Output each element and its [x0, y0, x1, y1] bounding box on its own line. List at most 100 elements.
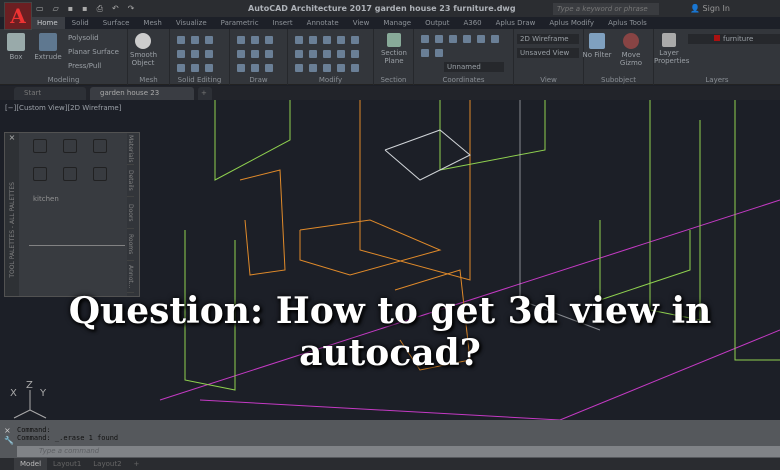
move-gizmo-button[interactable]: Move Gizmo [616, 33, 646, 67]
new-tab-button[interactable]: + [198, 87, 212, 100]
box-button[interactable]: Box [6, 33, 26, 61]
ucs-z-label: Z [26, 380, 33, 391]
save-as-icon[interactable]: ▪ [82, 4, 87, 14]
layer-dropdown[interactable]: furniture [688, 34, 780, 44]
ribbon-tab-surface[interactable]: Surface [96, 17, 137, 29]
ribbon-tab-annotate[interactable]: Annotate [300, 17, 346, 29]
palette-tool[interactable] [33, 139, 47, 153]
mesh-panel-label[interactable]: Mesh [128, 76, 169, 84]
palette-side-tab[interactable]: Details [127, 165, 134, 197]
ribbon-tab-visualize[interactable]: Visualize [169, 17, 214, 29]
layer-properties-label: Layer Properties [654, 49, 690, 65]
modify-panel-label[interactable]: Modify [288, 76, 373, 84]
draw-tools[interactable] [234, 35, 284, 77]
drawing-viewport[interactable]: X Z Y [−][Custom View][2D Wireframe] × T… [0, 100, 780, 420]
ribbon-tab-insert[interactable]: Insert [266, 17, 300, 29]
new-icon[interactable]: ▭ [36, 4, 44, 14]
smooth-object-label: Smooth Object [130, 51, 158, 67]
ribbon-tab-mesh[interactable]: Mesh [136, 17, 168, 29]
doc-tab-drawing[interactable]: garden house 23 furniture* [90, 87, 194, 110]
polysolid-button[interactable]: Polysolid [68, 34, 99, 42]
ribbon-tab-aplus-draw[interactable]: Aplus Draw [489, 17, 543, 29]
wrench-icon[interactable]: 🔧 [4, 436, 14, 445]
solid-editing-panel: Solid Editing [170, 29, 230, 85]
view-panel-label[interactable]: View [514, 76, 583, 84]
close-icon[interactable]: × [4, 426, 11, 435]
table-wire [299, 219, 442, 276]
modeling-panel-label[interactable]: Modeling [0, 76, 127, 84]
add-layout-button[interactable]: + [128, 458, 146, 470]
coordinates-panel-label[interactable]: Coordinates [414, 76, 513, 84]
subobject-panel-label[interactable]: Subobject [584, 76, 653, 84]
palette-tool[interactable] [63, 167, 77, 181]
draw-panel-label[interactable]: Draw [230, 76, 287, 84]
command-input[interactable]: Type a command [17, 446, 780, 457]
section-panel: Section Plane Section [374, 29, 414, 85]
palette-side-tab[interactable]: Doors [127, 197, 134, 229]
layout-tab-layout2[interactable]: Layout2 [87, 458, 127, 470]
ribbon-tab-a360[interactable]: A360 [456, 17, 488, 29]
smooth-object-button[interactable]: Smooth Object [130, 33, 158, 67]
sign-in-button[interactable]: 👤 Sign In [690, 4, 730, 13]
ucs-dropdown[interactable]: Unnamed [444, 62, 504, 72]
application-menu-button[interactable]: A [4, 2, 32, 30]
palette-side-tab[interactable]: Materials [127, 133, 134, 165]
ribbon-tab-solid[interactable]: Solid [65, 17, 96, 29]
modify-panel: Modify [288, 29, 374, 85]
ucs-x-label: X [10, 388, 17, 399]
save-icon[interactable]: ▪ [68, 4, 73, 14]
palette-divider [29, 245, 125, 246]
no-filter-button[interactable]: No Filter [582, 33, 612, 59]
ribbon-tab-home[interactable]: Home [30, 17, 65, 29]
solid-editing-tools[interactable] [174, 35, 224, 77]
search-input[interactable]: Type a keyword or phrase [553, 3, 659, 15]
draw-panel: Draw [230, 29, 288, 85]
layout-tabs: Model Layout1 Layout2 + [0, 458, 780, 470]
ribbon-tab-aplus-modify[interactable]: Aplus Modify [542, 17, 601, 29]
coordinates-tools[interactable] [418, 34, 514, 62]
ribbon-tab-parametric[interactable]: Parametric [214, 17, 266, 29]
print-icon[interactable]: ⎙ [97, 4, 103, 14]
view-panel: 2D Wireframe Unsaved View View [514, 29, 584, 85]
palette-title-bar[interactable]: × TOOL PALETTES - ALL PALETTES [5, 133, 19, 296]
palette-tool[interactable] [33, 167, 47, 181]
document-tabs: Start garden house 23 furniture* + [0, 86, 780, 110]
ribbon-tab-manage[interactable]: Manage [376, 17, 418, 29]
undo-icon[interactable]: ↶ [112, 4, 119, 14]
palette-tool[interactable] [63, 139, 77, 153]
palette-side-tab[interactable]: Annot... [127, 261, 134, 293]
planar-surface-button[interactable]: Planar Surface [68, 48, 119, 56]
modify-tools[interactable] [292, 35, 372, 77]
command-history-line: Command: [17, 426, 51, 434]
frame-wire [649, 100, 701, 321]
layers-panel-label[interactable]: Layers [654, 76, 780, 84]
open-icon[interactable]: ▱ [53, 4, 59, 14]
ribbon-tab-view[interactable]: View [346, 17, 377, 29]
layout-tab-layout1[interactable]: Layout1 [47, 458, 87, 470]
section-plane-label: Section Plane [380, 49, 407, 65]
visual-style-dropdown[interactable]: 2D Wireframe [517, 34, 579, 44]
ribbon: Box Extrude Polysolid Planar Surface Pre… [0, 29, 780, 85]
palette-side-tab[interactable]: Rooms [127, 229, 134, 261]
ribbon-tab-output[interactable]: Output [418, 17, 456, 29]
palette-category-kitchen: kitchen [33, 195, 59, 203]
close-icon[interactable]: × [5, 133, 19, 142]
layout-tab-model[interactable]: Model [14, 458, 48, 470]
layer-properties-button[interactable]: Layer Properties [654, 33, 689, 65]
doc-tab-start[interactable]: Start [14, 87, 86, 100]
tool-palette: × TOOL PALETTES - ALL PALETTES kitchen M… [4, 132, 140, 297]
named-view-dropdown[interactable]: Unsaved View [517, 48, 579, 58]
presspull-button[interactable]: Press/Pull [68, 62, 101, 70]
section-panel-label[interactable]: Section [374, 76, 413, 84]
palette-tool[interactable] [93, 167, 107, 181]
section-plane-button[interactable]: Section Plane [378, 33, 410, 65]
solid-editing-panel-label[interactable]: Solid Editing [170, 76, 229, 84]
redo-icon[interactable]: ↷ [128, 4, 135, 14]
chair-wire [239, 169, 286, 276]
ribbon-tab-aplus-tools[interactable]: Aplus Tools [601, 17, 654, 29]
viewport-controls[interactable]: [−][Custom View][2D Wireframe] [5, 104, 121, 112]
extrude-button[interactable]: Extrude [34, 33, 62, 61]
palette-tool[interactable] [93, 139, 107, 153]
no-filter-label: No Filter [582, 51, 612, 59]
command-history-line: Command: _.erase 1 found [17, 434, 119, 442]
